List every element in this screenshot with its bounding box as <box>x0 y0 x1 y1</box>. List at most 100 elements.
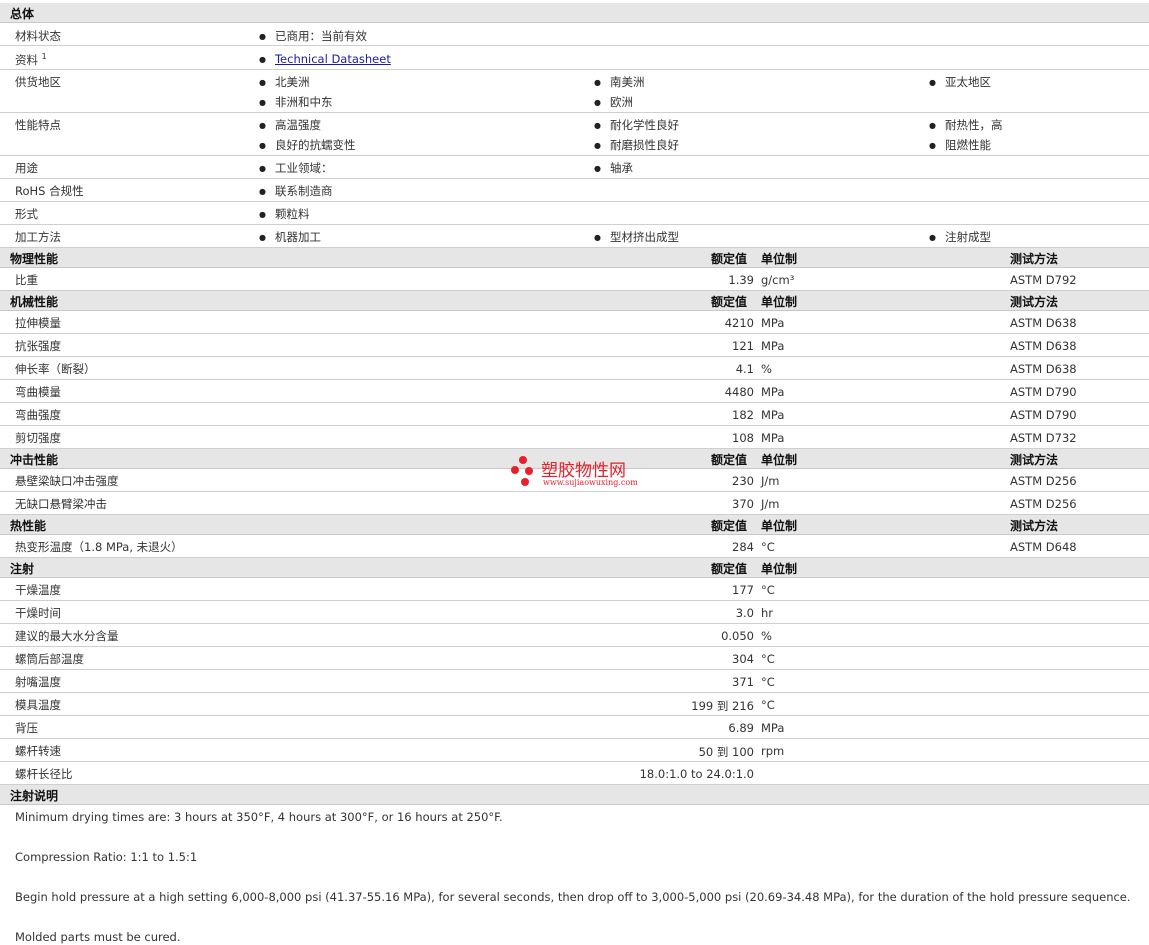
property-name: 伸长率（断裂） <box>15 362 96 376</box>
table-row: 比重 1.39 g/cm³ ASTM D792 <box>0 268 1149 291</box>
col-nominal-header: 额定值 <box>711 562 748 576</box>
col-nominal-header: 额定值 <box>711 453 748 467</box>
row-uses: 用途 工业领域： 轴承 <box>0 156 1149 179</box>
property-unit: % <box>761 629 772 643</box>
property-value: 50 到 100 <box>698 745 754 759</box>
section-general-header: 总体 <box>0 3 1149 23</box>
table-row: 拉伸模量 4210 MPa ASTM D638 <box>0 311 1149 334</box>
property-unit: rpm <box>761 744 785 758</box>
feature-item: 高温强度 <box>259 117 321 133</box>
property-value: 177 <box>732 583 754 597</box>
property-value: 0.050 <box>721 629 754 643</box>
watermark-url: www.sujiaowuxing.com <box>543 478 638 487</box>
test-method: ASTM D648 <box>1010 540 1077 554</box>
table-row: 弯曲模量 4480 MPa ASTM D790 <box>0 380 1149 403</box>
logo-dot <box>519 456 527 464</box>
property-name: 螺筒后部温度 <box>15 652 84 666</box>
property-unit: J/m <box>761 497 780 511</box>
footnote-mark: 1 <box>41 52 47 62</box>
note-line: Compression Ratio: 1:1 to 1.5:1 <box>15 850 198 864</box>
region-item: 北美洲 <box>259 74 310 90</box>
property-name: 抗张强度 <box>15 339 61 353</box>
col-unit-header: 单位制 <box>761 519 798 533</box>
property-value: 18.0:1.0 to 24.0:1.0 <box>639 767 754 781</box>
region-item: 欧洲 <box>594 94 633 110</box>
row-label: 资料 1 <box>15 52 47 67</box>
property-value: 4210 <box>724 316 754 330</box>
table-row: 建议的最大水分含量 0.050 % <box>0 624 1149 647</box>
logo-dot <box>521 478 529 486</box>
section-thermal-header: 热性能 额定值 单位制 测试方法 <box>0 515 1149 535</box>
col-method-header: 测试方法 <box>1010 252 1059 266</box>
row-label: 形式 <box>15 207 38 221</box>
row-value: 颗粒料 <box>259 206 310 222</box>
section-title: 注射说明 <box>10 789 59 803</box>
property-unit: hr <box>761 606 774 620</box>
property-unit: °C <box>761 652 775 666</box>
row-value: 已商用：当前有效 <box>259 28 367 44</box>
note-line: Molded parts must be cured. <box>15 930 181 944</box>
row-rohs: RoHS 合规性 联系制造商 <box>0 179 1149 202</box>
property-unit: MPa <box>761 316 785 330</box>
technical-datasheet-link[interactable]: Technical Datasheet <box>275 52 391 66</box>
property-unit: J/m <box>761 474 780 488</box>
section-title: 总体 <box>10 7 35 21</box>
property-value: 4480 <box>724 385 754 399</box>
test-method: ASTM D792 <box>1010 273 1077 287</box>
feature-item: 耐磨损性良好 <box>594 137 679 153</box>
test-method: ASTM D638 <box>1010 339 1077 353</box>
property-value: 199 到 216 <box>691 699 754 713</box>
property-name: 比重 <box>15 273 38 287</box>
property-value: 284 <box>732 540 754 554</box>
row-material-status: 材料状态 已商用：当前有效 <box>0 23 1149 46</box>
row-regions: 供货地区 北美洲 南美洲 亚太地区 非洲和中东 欧洲 <box>0 70 1149 113</box>
property-name: 剪切强度 <box>15 431 61 445</box>
row-label: 加工方法 <box>15 230 61 244</box>
row-documents: 资料 1 Technical Datasheet <box>0 46 1149 70</box>
table-row: 伸长率（断裂） 4.1 % ASTM D638 <box>0 357 1149 380</box>
table-row: 螺杆长径比 18.0:1.0 to 24.0:1.0 <box>0 762 1149 785</box>
table-row: 螺杆转速 50 到 100 rpm <box>0 739 1149 762</box>
use-item: 工业领域： <box>259 160 333 176</box>
section-mechanical-header: 机械性能 额定值 单位制 测试方法 <box>0 291 1149 311</box>
property-value: 371 <box>732 675 754 689</box>
section-notes-header: 注射说明 <box>0 785 1149 805</box>
property-unit: MPa <box>761 385 785 399</box>
col-nominal-header: 额定值 <box>711 519 748 533</box>
section-title: 注射 <box>10 562 35 576</box>
property-unit: °C <box>761 698 775 712</box>
col-nominal-header: 额定值 <box>711 295 748 309</box>
property-value: 230 <box>732 474 754 488</box>
row-label: 供货地区 <box>15 75 61 89</box>
col-method-header: 测试方法 <box>1010 453 1059 467</box>
col-unit-header: 单位制 <box>761 252 798 266</box>
col-method-header: 测试方法 <box>1010 519 1059 533</box>
region-item: 南美洲 <box>594 74 645 90</box>
property-value: 6.89 <box>728 721 754 735</box>
property-name: 干燥温度 <box>15 583 61 597</box>
property-unit: MPa <box>761 339 785 353</box>
process-item: 机器加工 <box>259 229 321 245</box>
property-name: 背压 <box>15 721 38 735</box>
feature-item: 耐热性，高 <box>929 117 1003 133</box>
property-name: 拉伸模量 <box>15 316 61 330</box>
region-item: 非洲和中东 <box>259 94 333 110</box>
table-row: 螺筒后部温度 304 °C <box>0 647 1149 670</box>
test-method: ASTM D256 <box>1010 474 1077 488</box>
section-physical-header: 物理性能 额定值 单位制 测试方法 <box>0 248 1149 268</box>
table-row: 背压 6.89 MPa <box>0 716 1149 739</box>
test-method: ASTM D256 <box>1010 497 1077 511</box>
feature-item: 阻燃性能 <box>929 137 991 153</box>
note-line: Minimum drying times are: 3 hours at 350… <box>15 810 503 824</box>
process-item: 注射成型 <box>929 229 991 245</box>
row-label: 材料状态 <box>15 29 61 43</box>
row-label: 用途 <box>15 161 38 175</box>
table-row: 剪切强度 108 MPa ASTM D732 <box>0 426 1149 449</box>
section-title: 冲击性能 <box>10 453 59 467</box>
watermark-logo: 塑胶物性网 www.sujiaowuxing.com <box>510 455 650 491</box>
col-unit-header: 单位制 <box>761 562 798 576</box>
property-name: 干燥时间 <box>15 606 61 620</box>
test-method: ASTM D638 <box>1010 362 1077 376</box>
property-unit: °C <box>761 675 775 689</box>
property-value: 1.39 <box>728 273 754 287</box>
